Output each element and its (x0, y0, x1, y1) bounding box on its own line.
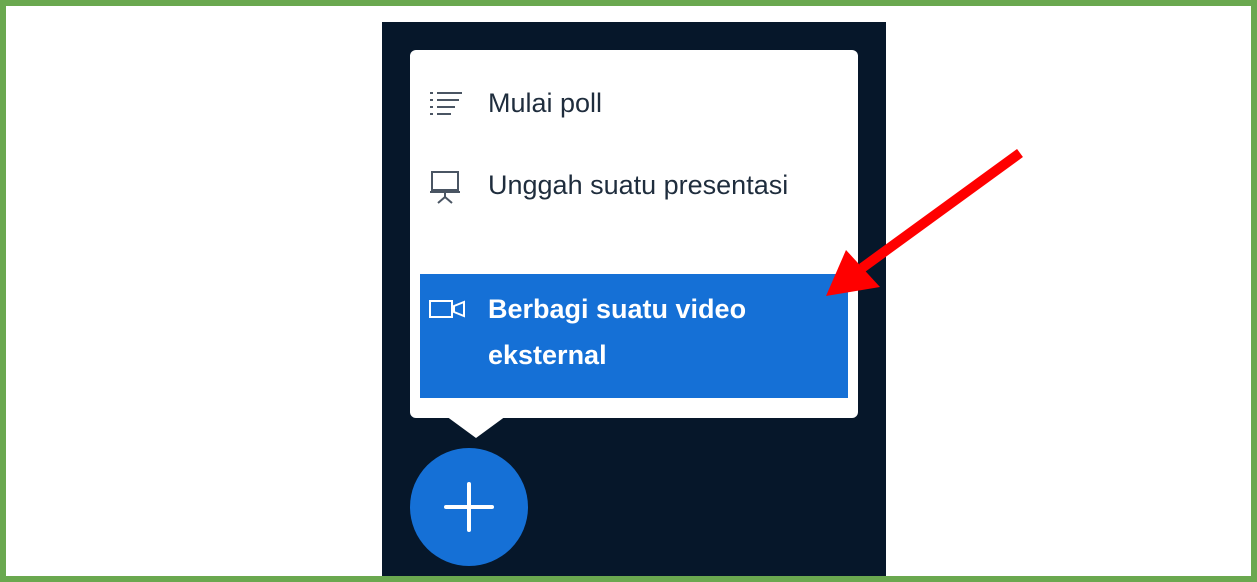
red-arrow-icon (826, 148, 1023, 296)
